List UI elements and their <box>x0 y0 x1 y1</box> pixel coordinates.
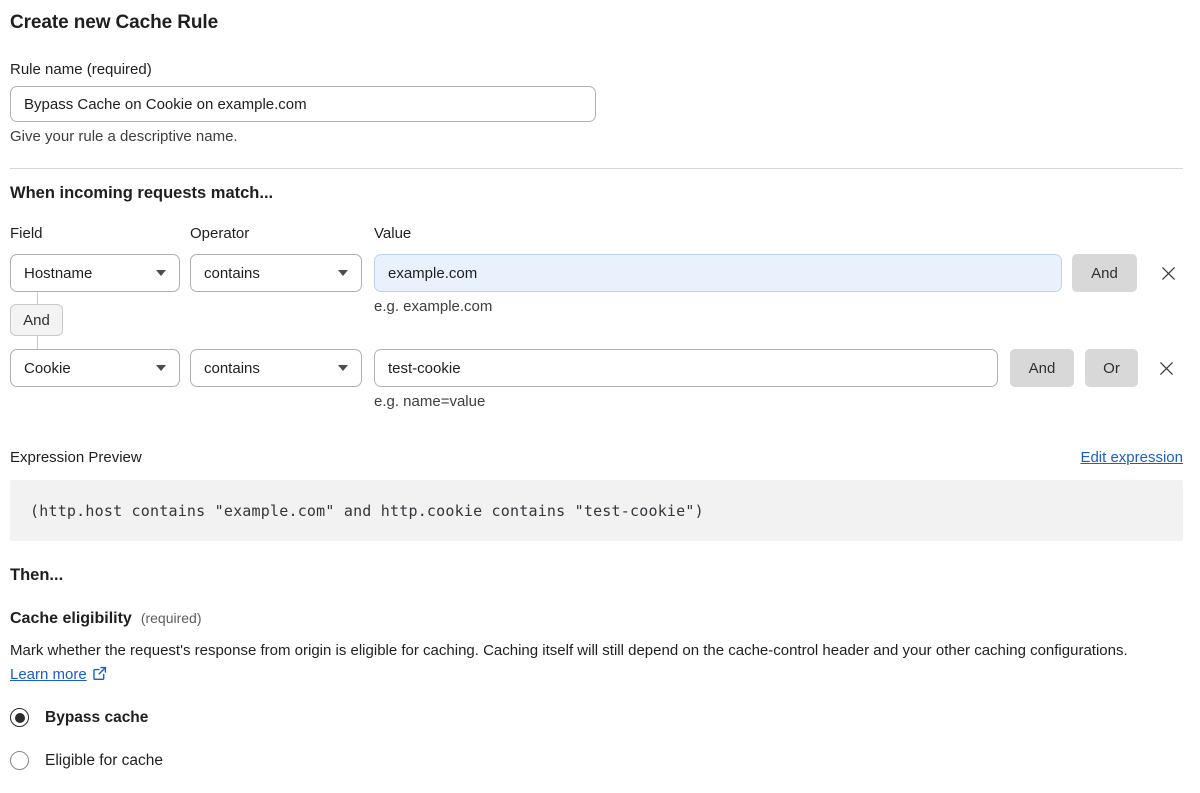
remove-condition-button-1[interactable] <box>1155 254 1181 292</box>
add-and-condition-button-2[interactable]: And <box>1010 349 1074 387</box>
learn-more-link[interactable]: Learn more <box>10 666 87 683</box>
radio-option-eligible-for-cache[interactable]: Eligible for cache <box>10 751 1183 770</box>
radio-selected-icon[interactable] <box>10 708 29 727</box>
rule-name-input[interactable] <box>10 86 596 122</box>
condition-column-headers: Field Operator Value <box>10 225 1183 242</box>
close-icon <box>1159 361 1173 375</box>
field-select-1-value: Hostname <box>24 264 93 282</box>
edit-expression-link[interactable]: Edit expression <box>1080 449 1183 467</box>
radio-eligible-for-cache-label: Eligible for cache <box>45 751 164 769</box>
required-badge: (required) <box>140 610 202 626</box>
connector-and-chip[interactable]: And <box>10 304 63 336</box>
match-section-heading: When incoming requests match... <box>10 184 274 202</box>
radio-bypass-cache-label: Bypass cache <box>45 708 149 726</box>
external-link-icon <box>92 665 107 689</box>
create-cache-rule-form: Create new Cache Rule Rule name (require… <box>10 0 1183 770</box>
description-text: Mark whether the request's response from… <box>10 642 1128 659</box>
expression-preview-label: Expression Preview <box>10 449 142 466</box>
radio-option-bypass-cache[interactable]: Bypass cache <box>10 708 1183 727</box>
field-column-label: Field <box>10 225 43 242</box>
value-hint-2: e.g. name=value <box>374 393 486 410</box>
add-or-condition-button-2[interactable]: Or <box>1085 349 1138 387</box>
condition-connector-zone: And e.g. example.com <box>10 292 1183 349</box>
operator-select-1[interactable]: contains <box>190 254 362 292</box>
remove-condition-button-2[interactable] <box>1153 349 1179 387</box>
add-and-condition-button-1[interactable]: And <box>1072 254 1137 292</box>
radio-dot <box>14 712 25 723</box>
field-select-2-value: Cookie <box>24 359 71 377</box>
close-icon <box>1161 266 1175 280</box>
field-select-1[interactable]: Hostname <box>10 254 180 292</box>
section-divider <box>10 168 1183 169</box>
chevron-down-icon <box>156 365 166 371</box>
page-title: Create new Cache Rule <box>10 12 219 33</box>
operator-select-1-value: contains <box>204 264 260 282</box>
rule-name-helper: Give your rule a descriptive name. <box>10 128 238 145</box>
rule-name-label: Rule name (required) <box>10 61 152 78</box>
expression-code-block: (http.host contains "example.com" and ht… <box>10 480 1183 541</box>
chevron-down-icon <box>338 270 348 276</box>
cache-eligibility-description: Mark whether the request's response from… <box>10 639 1160 689</box>
radio-unselected-icon[interactable] <box>10 751 29 770</box>
then-section-heading: Then... <box>10 566 64 584</box>
value-hint-1: e.g. example.com <box>374 298 493 315</box>
chevron-down-icon <box>156 270 166 276</box>
operator-select-2-value: contains <box>204 359 260 377</box>
field-select-2[interactable]: Cookie <box>10 349 180 387</box>
value-column-label: Value <box>374 225 412 242</box>
value-input-2[interactable] <box>374 349 998 387</box>
expression-preview-header: Expression Preview Edit expression <box>10 449 1183 467</box>
cache-eligibility-label: Cache eligibility <box>10 610 132 627</box>
cache-eligibility-header: Cache eligibility (required) <box>10 609 1183 629</box>
operator-select-2[interactable]: contains <box>190 349 362 387</box>
operator-column-label: Operator <box>190 225 250 242</box>
value-input-1[interactable] <box>374 254 1062 292</box>
chevron-down-icon <box>338 365 348 371</box>
condition-row-1: Hostname contains And <box>10 254 1183 292</box>
expression-code: (http.host contains "example.com" and ht… <box>30 501 704 520</box>
condition-row-2: Cookie contains And Or <box>10 349 1183 387</box>
